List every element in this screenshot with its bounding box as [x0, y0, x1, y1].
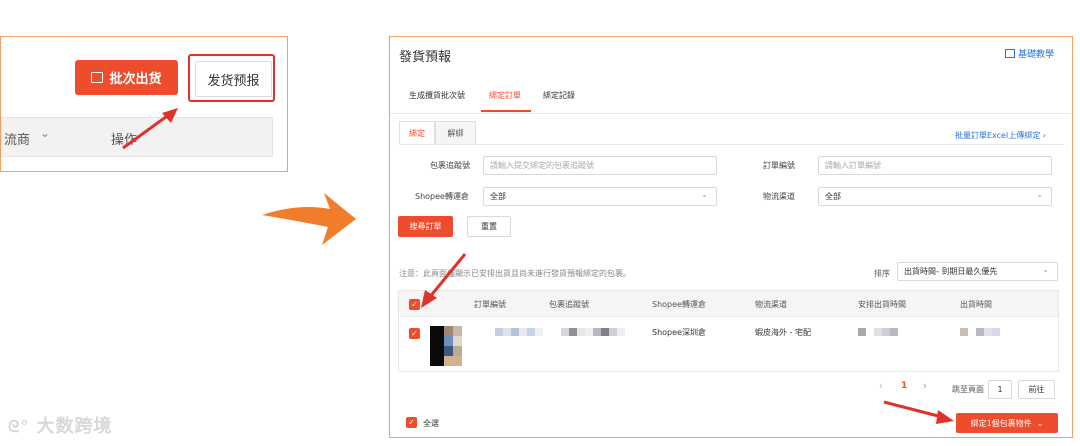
orders-table: ✓ 訂單編號 包裹追蹤號 Shopee轉運倉 物流渠道 安排出貨時間 出貨時間 …: [398, 290, 1059, 372]
active-tab-indicator: [481, 110, 531, 112]
col-logistics: 流商: [4, 133, 31, 148]
th-order-no: 訂單編號: [474, 300, 506, 309]
th-warehouse: Shopee轉運倉: [652, 300, 706, 309]
bulk-upload-link[interactable]: 批量訂單Excel上傳綁定 ›: [955, 130, 1046, 141]
channel-select[interactable]: 全部 ⌄: [818, 187, 1052, 206]
watermark-logo-icon: ᘓ°: [8, 417, 30, 436]
annotation-arrow: [883, 400, 954, 424]
select-all-checkbox[interactable]: ✓: [406, 417, 417, 428]
help-link[interactable]: 基礎教學: [1005, 47, 1054, 60]
reset-button[interactable]: 重置: [467, 216, 511, 237]
chevron-right-icon: ›: [1042, 131, 1046, 140]
shipping-forecast-label: 发货预报: [207, 73, 260, 89]
table-row[interactable]: ✓ Shopee深圳倉 蝦皮海外 - 宅配: [399, 316, 1058, 371]
package-tracking-label: 包裹追蹤號: [430, 161, 470, 170]
watermark-text: 大数跨境: [36, 416, 113, 437]
goto-page-button[interactable]: 前往: [1018, 380, 1055, 399]
sort-label: 排序: [874, 269, 890, 278]
warehouse-label: Shopee轉運倉: [415, 192, 469, 201]
chevron-down-icon: ⌄: [1036, 418, 1044, 428]
chevron-down-icon: ⌄: [1042, 265, 1049, 274]
th-tracking-no: 包裹追蹤號: [549, 300, 589, 309]
prev-page-button[interactable]: ‹: [879, 381, 883, 392]
transition-arrow-icon: [262, 193, 356, 245]
ship-time-redacted: [960, 328, 1000, 336]
row-checkbox[interactable]: ✓: [409, 328, 420, 339]
chevron-down-icon[interactable]: ⌄: [40, 126, 50, 140]
next-page-button[interactable]: ›: [923, 381, 927, 392]
annotation-arrow: [122, 108, 178, 150]
annotation-arrow: [421, 253, 467, 308]
subtab-unbind[interactable]: 解綁: [435, 121, 476, 145]
batch-icon: [91, 72, 104, 83]
page-title: 發貨預報: [399, 50, 452, 65]
table-header: ✓ 訂單編號 包裹追蹤號 Shopee轉運倉 物流渠道 安排出貨時間 出貨時間: [399, 291, 1058, 317]
arrange-time-redacted: [858, 328, 898, 336]
subtab-bind[interactable]: 綁定: [399, 121, 435, 145]
channel-label: 物流渠道: [763, 192, 795, 201]
batch-ship-button[interactable]: 批次出货: [75, 60, 178, 95]
tab-generate-batch[interactable]: 生成攬貨批次號: [409, 90, 465, 101]
row-warehouse: Shopee深圳倉: [652, 328, 706, 337]
subtab-divider: [399, 144, 1065, 145]
warehouse-select[interactable]: 全部 ⌄: [483, 187, 717, 206]
chevron-down-icon: ⌄: [701, 190, 708, 199]
tracking-no-redacted: [561, 328, 625, 336]
sort-select[interactable]: 出貨時間- 到期日最久優先 ⌄: [897, 262, 1058, 281]
select-all-label: 全選: [423, 419, 439, 428]
search-orders-button[interactable]: 搜尋訂單: [398, 216, 453, 237]
subtab-bar: 綁定 解綁: [399, 121, 476, 145]
shipping-forecast-button[interactable]: 发货预报: [195, 61, 272, 97]
bind-packages-button[interactable]: 綁定1個包裹物件 ⌄: [956, 413, 1058, 433]
goto-page-input[interactable]: 1: [988, 380, 1012, 399]
th-ship-time: 出貨時間: [960, 300, 992, 309]
product-thumbnail: [430, 326, 468, 366]
th-channel: 物流渠道: [755, 300, 787, 309]
watermark: ᘓ° 大数跨境: [8, 412, 113, 438]
order-no-input[interactable]: 請輸入訂單編號: [818, 156, 1052, 175]
shipping-forecast-panel: 發貨預報 基礎教學 生成攬貨批次號 綁定訂單 綁定記錄 綁定 解綁 批量訂單Ex…: [389, 36, 1073, 438]
tab-bind-records[interactable]: 綁定記錄: [543, 90, 575, 101]
tab-bind-order[interactable]: 綁定訂單: [489, 90, 521, 101]
order-no-redacted: [495, 328, 543, 336]
row-channel: 蝦皮海外 - 宅配: [755, 328, 811, 337]
order-no-label: 訂單編號: [763, 161, 795, 170]
chevron-down-icon: ⌄: [1036, 190, 1043, 199]
book-icon: [1005, 49, 1015, 58]
th-arrange-time: 安排出貨時間: [858, 300, 906, 309]
package-tracking-input[interactable]: 請輸入提交綁定的包裹追蹤號: [483, 156, 717, 175]
batch-ship-label: 批次出货: [109, 72, 162, 87]
tab-bar: 生成攬貨批次號 綁定訂單 綁定記錄: [390, 83, 1072, 114]
current-page[interactable]: 1: [901, 381, 907, 391]
goto-page-label: 跳至頁面: [952, 385, 984, 394]
